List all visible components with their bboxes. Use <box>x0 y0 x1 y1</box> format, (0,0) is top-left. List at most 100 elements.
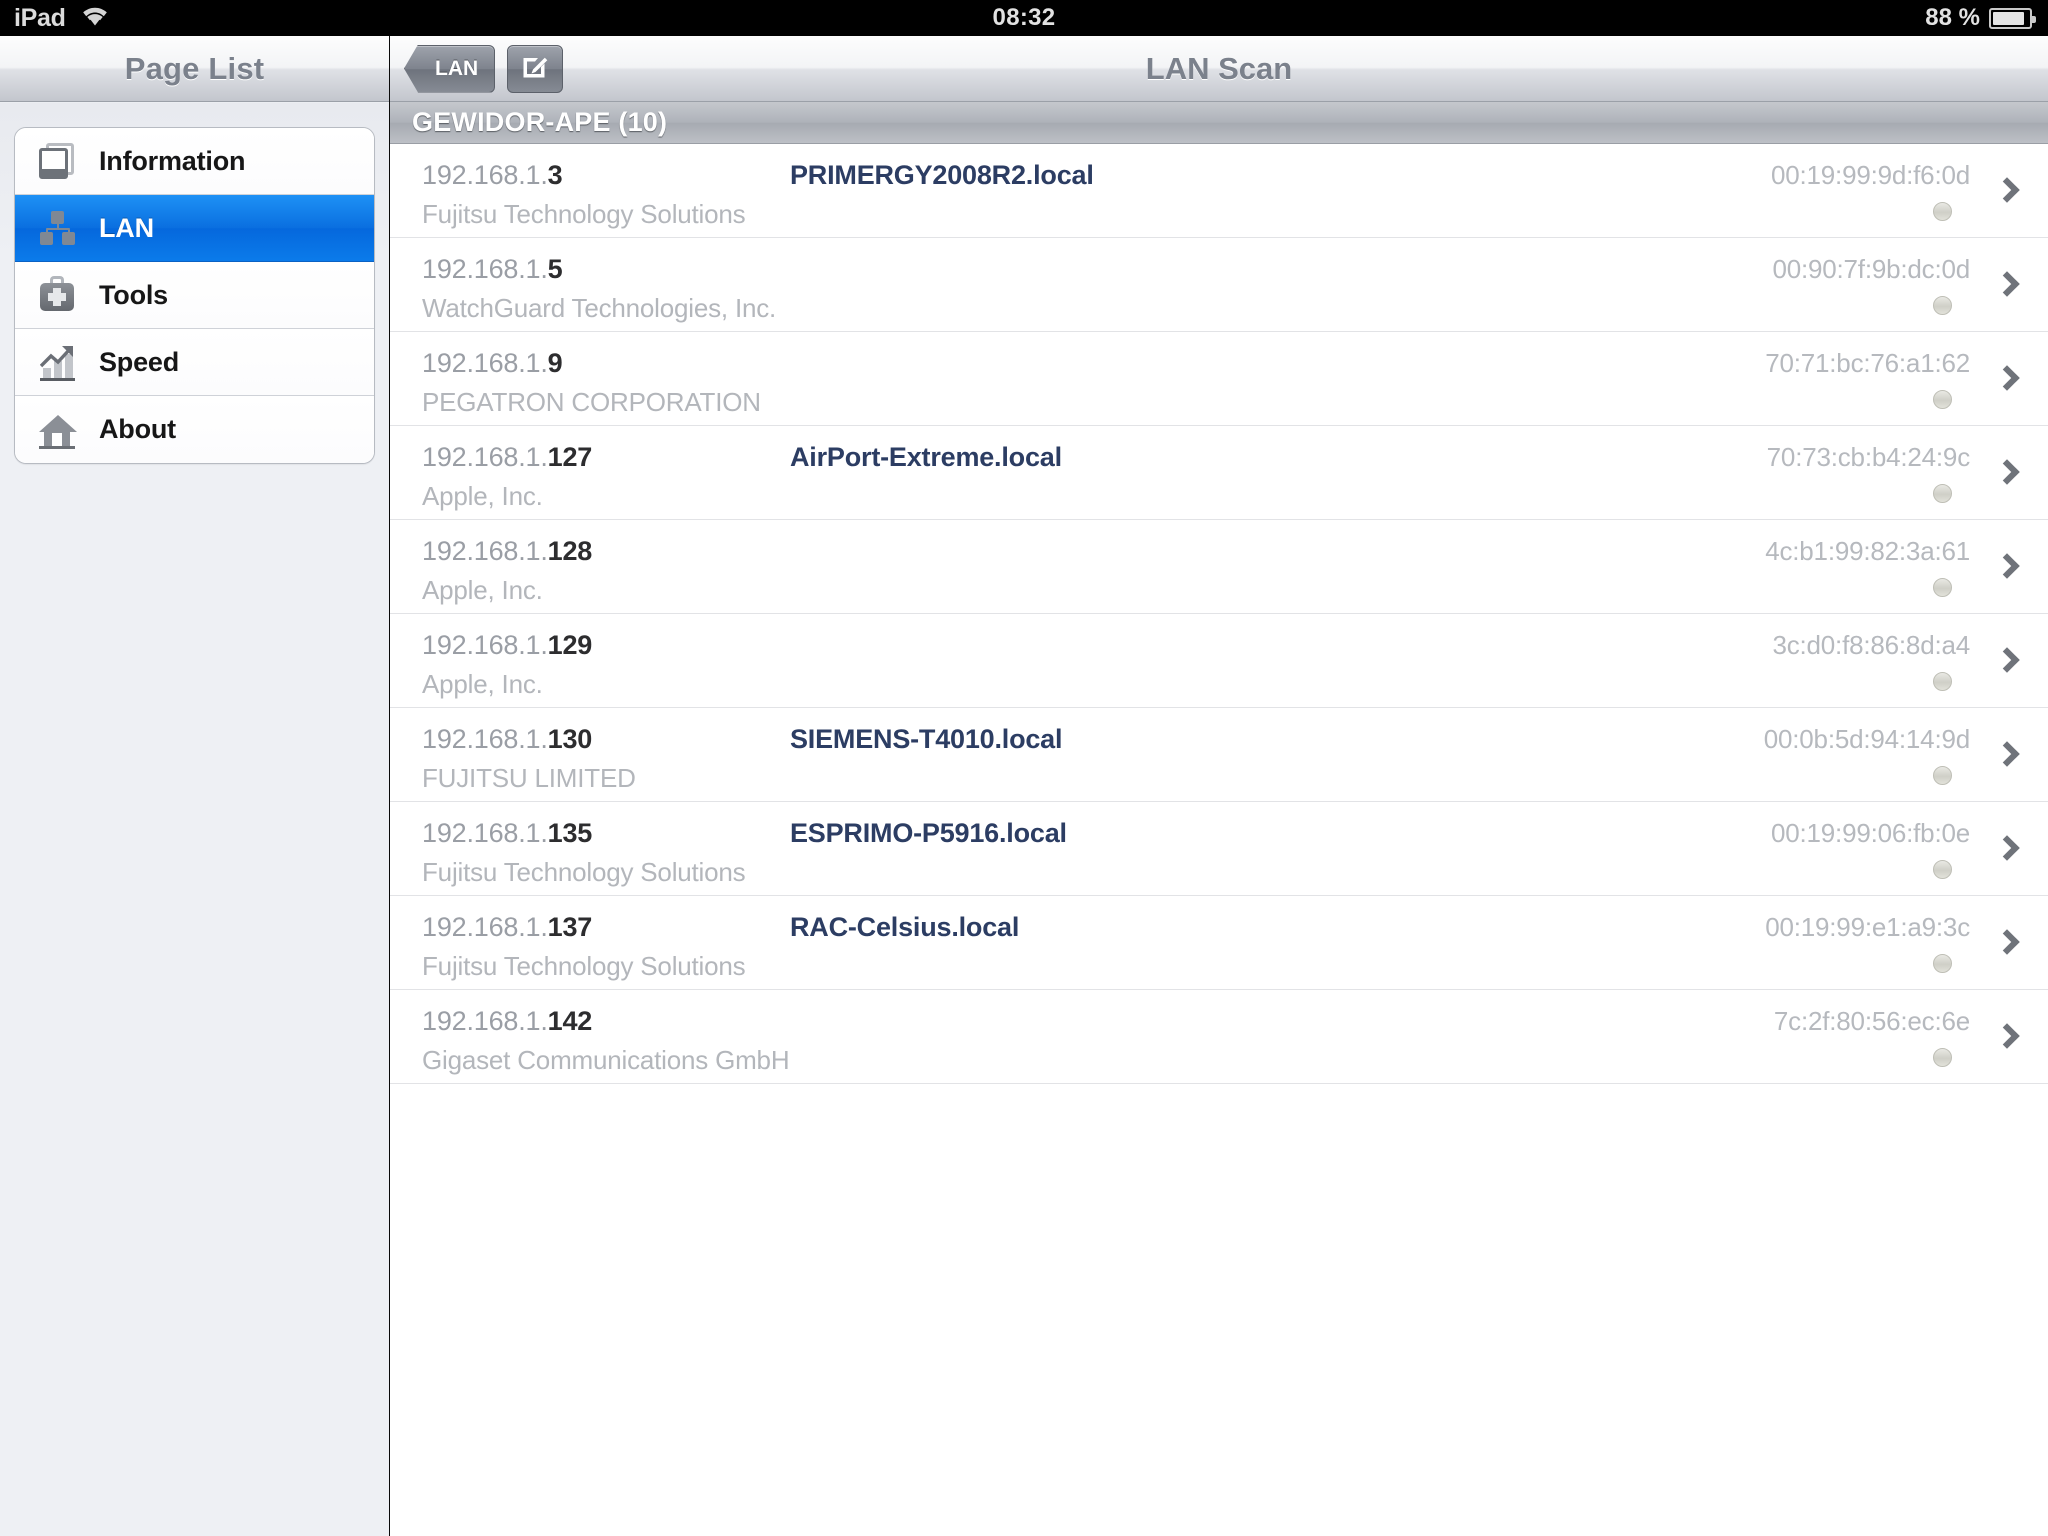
host-ip: 192.168.1.5 <box>422 254 563 284</box>
host-vendor: Fujitsu Technology Solutions <box>422 951 746 981</box>
chevron-right-icon[interactable] <box>1994 455 2024 491</box>
sidebar-body: Information LAN Tools Speed About <box>0 103 389 1536</box>
chevron-right-icon[interactable] <box>1994 173 2024 209</box>
sidebar-item-tools[interactable]: Tools <box>15 262 374 329</box>
sidebar-item-label: About <box>99 414 176 444</box>
sidebar-item-label: Information <box>99 145 246 176</box>
sidebar-item-label: LAN <box>99 212 154 243</box>
back-button-label: LAN <box>435 56 479 80</box>
detail-pane: LAN LAN Scan GEWIDOR-APE (10) 192.168.1.… <box>390 36 2048 1536</box>
host-vendor: Gigaset Communications GmbH <box>422 1045 790 1075</box>
status-bar-clock: 08:32 <box>992 4 1056 31</box>
chevron-right-icon[interactable] <box>1994 549 2024 585</box>
table-row[interactable]: 192.168.1.137 RAC-Celsius.local 00:19:99… <box>390 896 2048 990</box>
host-mac: 00:90:7f:9b:dc:0d <box>1772 254 1970 284</box>
battery-percent-label: 88 % <box>1925 4 1980 31</box>
status-indicator-dot <box>1933 1048 1952 1067</box>
status-indicator-dot <box>1933 766 1952 785</box>
sidebar-item-information[interactable]: Information <box>15 128 374 195</box>
table-row[interactable]: 192.168.1.130 SIEMENS-T4010.local 00:0b:… <box>390 708 2048 802</box>
table-row[interactable]: 192.168.1.142 7c:2f:80:56:ec:6e Gigaset … <box>390 990 2048 1084</box>
status-indicator-dot <box>1933 860 1952 879</box>
host-ip: 192.168.1.130 <box>422 724 593 754</box>
host-list: 192.168.1.3 PRIMERGY2008R2.local 00:19:9… <box>390 144 2048 1084</box>
chevron-right-icon[interactable] <box>1994 361 2024 397</box>
status-bar-right: 88 % <box>1925 0 2036 36</box>
sidebar-item-about[interactable]: About <box>15 396 374 463</box>
host-mac: 3c:d0:f8:86:8d:a4 <box>1772 630 1970 660</box>
host-vendor: PEGATRON CORPORATION <box>422 387 761 417</box>
status-indicator-dot <box>1933 578 1952 597</box>
host-vendor: Apple, Inc. <box>422 669 543 699</box>
host-mac: 00:0b:5d:94:14:9d <box>1763 724 1970 754</box>
chevron-right-icon[interactable] <box>1994 1019 2024 1055</box>
host-vendor: Apple, Inc. <box>422 481 543 511</box>
host-mac: 70:71:bc:76:a1:62 <box>1765 348 1970 378</box>
status-indicator-dot <box>1933 954 1952 973</box>
back-button[interactable]: LAN <box>404 44 496 93</box>
battery-fill <box>1993 11 2024 25</box>
compose-pencil-icon <box>520 51 550 86</box>
section-header-label: GEWIDOR-APE (10) <box>412 107 668 137</box>
compose-button[interactable] <box>507 44 564 93</box>
host-ip: 192.168.1.3 <box>422 160 563 190</box>
host-name: SIEMENS-T4010.local <box>790 724 1063 754</box>
host-mac: 7c:2f:80:56:ec:6e <box>1773 1006 1970 1036</box>
host-name: PRIMERGY2008R2.local <box>790 160 1094 190</box>
status-indicator-dot <box>1933 296 1952 315</box>
host-ip: 192.168.1.129 <box>422 630 593 660</box>
table-row[interactable]: 192.168.1.5 00:90:7f:9b:dc:0d WatchGuard… <box>390 238 2048 332</box>
tablet-icon <box>37 141 77 181</box>
network-icon <box>37 208 77 248</box>
sidebar: Page List Information LAN Tools Speed Ab… <box>0 36 390 1536</box>
sidebar-item-lan[interactable]: LAN <box>15 195 374 262</box>
host-ip: 192.168.1.137 <box>422 912 593 942</box>
host-mac: 00:19:99:06:fb:0e <box>1770 818 1970 848</box>
status-indicator-dot <box>1933 672 1952 691</box>
split-view: Page List Information LAN Tools Speed Ab… <box>0 36 2048 1536</box>
table-row[interactable]: 192.168.1.3 PRIMERGY2008R2.local 00:19:9… <box>390 144 2048 238</box>
table-row[interactable]: 192.168.1.127 AirPort-Extreme.local 70:7… <box>390 426 2048 520</box>
sidebar-item-label: Speed <box>99 346 180 377</box>
host-ip: 192.168.1.128 <box>422 536 593 566</box>
host-mac: 4c:b1:99:82:3a:61 <box>1765 536 1970 566</box>
table-row[interactable]: 192.168.1.128 4c:b1:99:82:3a:61 Apple, I… <box>390 520 2048 614</box>
host-vendor: Fujitsu Technology Solutions <box>422 857 746 887</box>
status-bar: iPad 08:32 88 % <box>0 0 2048 36</box>
chevron-right-icon[interactable] <box>1994 267 2024 303</box>
host-ip: 192.168.1.9 <box>422 348 563 378</box>
sidebar-item-speed[interactable]: Speed <box>15 329 374 396</box>
host-name: RAC-Celsius.local <box>790 912 1020 942</box>
sidebar-item-label: Tools <box>99 279 168 310</box>
chevron-right-icon[interactable] <box>1994 925 2024 961</box>
detail-title: LAN Scan <box>1145 50 1293 86</box>
page-title: Page List <box>124 50 265 86</box>
sidebar-menu-group: Information LAN Tools Speed About <box>14 127 375 464</box>
host-vendor: Apple, Inc. <box>422 575 543 605</box>
host-ip: 192.168.1.142 <box>422 1006 593 1036</box>
chevron-right-icon[interactable] <box>1994 737 2024 773</box>
chevron-right-icon[interactable] <box>1994 643 2024 679</box>
sidebar-navbar: Page List <box>0 36 389 102</box>
table-row[interactable]: 192.168.1.9 70:71:bc:76:a1:62 PEGATRON C… <box>390 332 2048 426</box>
status-indicator-dot <box>1933 484 1952 503</box>
host-name: AirPort-Extreme.local <box>790 442 1062 472</box>
toolbox-icon <box>37 275 77 315</box>
detail-navbar: LAN LAN Scan <box>390 36 2048 102</box>
host-ip: 192.168.1.127 <box>422 442 593 472</box>
host-mac: 70:73:cb:b4:24:9c <box>1766 442 1971 472</box>
status-indicator-dot <box>1933 390 1952 409</box>
chevron-right-icon[interactable] <box>1994 831 2024 867</box>
table-row[interactable]: 192.168.1.135 ESPRIMO-P5916.local 00:19:… <box>390 802 2048 896</box>
navbar-buttons: LAN <box>390 44 564 93</box>
section-header: GEWIDOR-APE (10) <box>390 102 2048 144</box>
battery-icon <box>1989 7 2036 29</box>
table-row[interactable]: 192.168.1.129 3c:d0:f8:86:8d:a4 Apple, I… <box>390 614 2048 708</box>
host-vendor: FUJITSU LIMITED <box>422 763 636 793</box>
host-name: ESPRIMO-P5916.local <box>790 818 1067 848</box>
chart-icon <box>37 342 77 382</box>
host-vendor: Fujitsu Technology Solutions <box>422 199 746 229</box>
host-vendor: WatchGuard Technologies, Inc. <box>422 293 777 323</box>
status-indicator-dot <box>1933 202 1952 221</box>
host-ip: 192.168.1.135 <box>422 818 593 848</box>
